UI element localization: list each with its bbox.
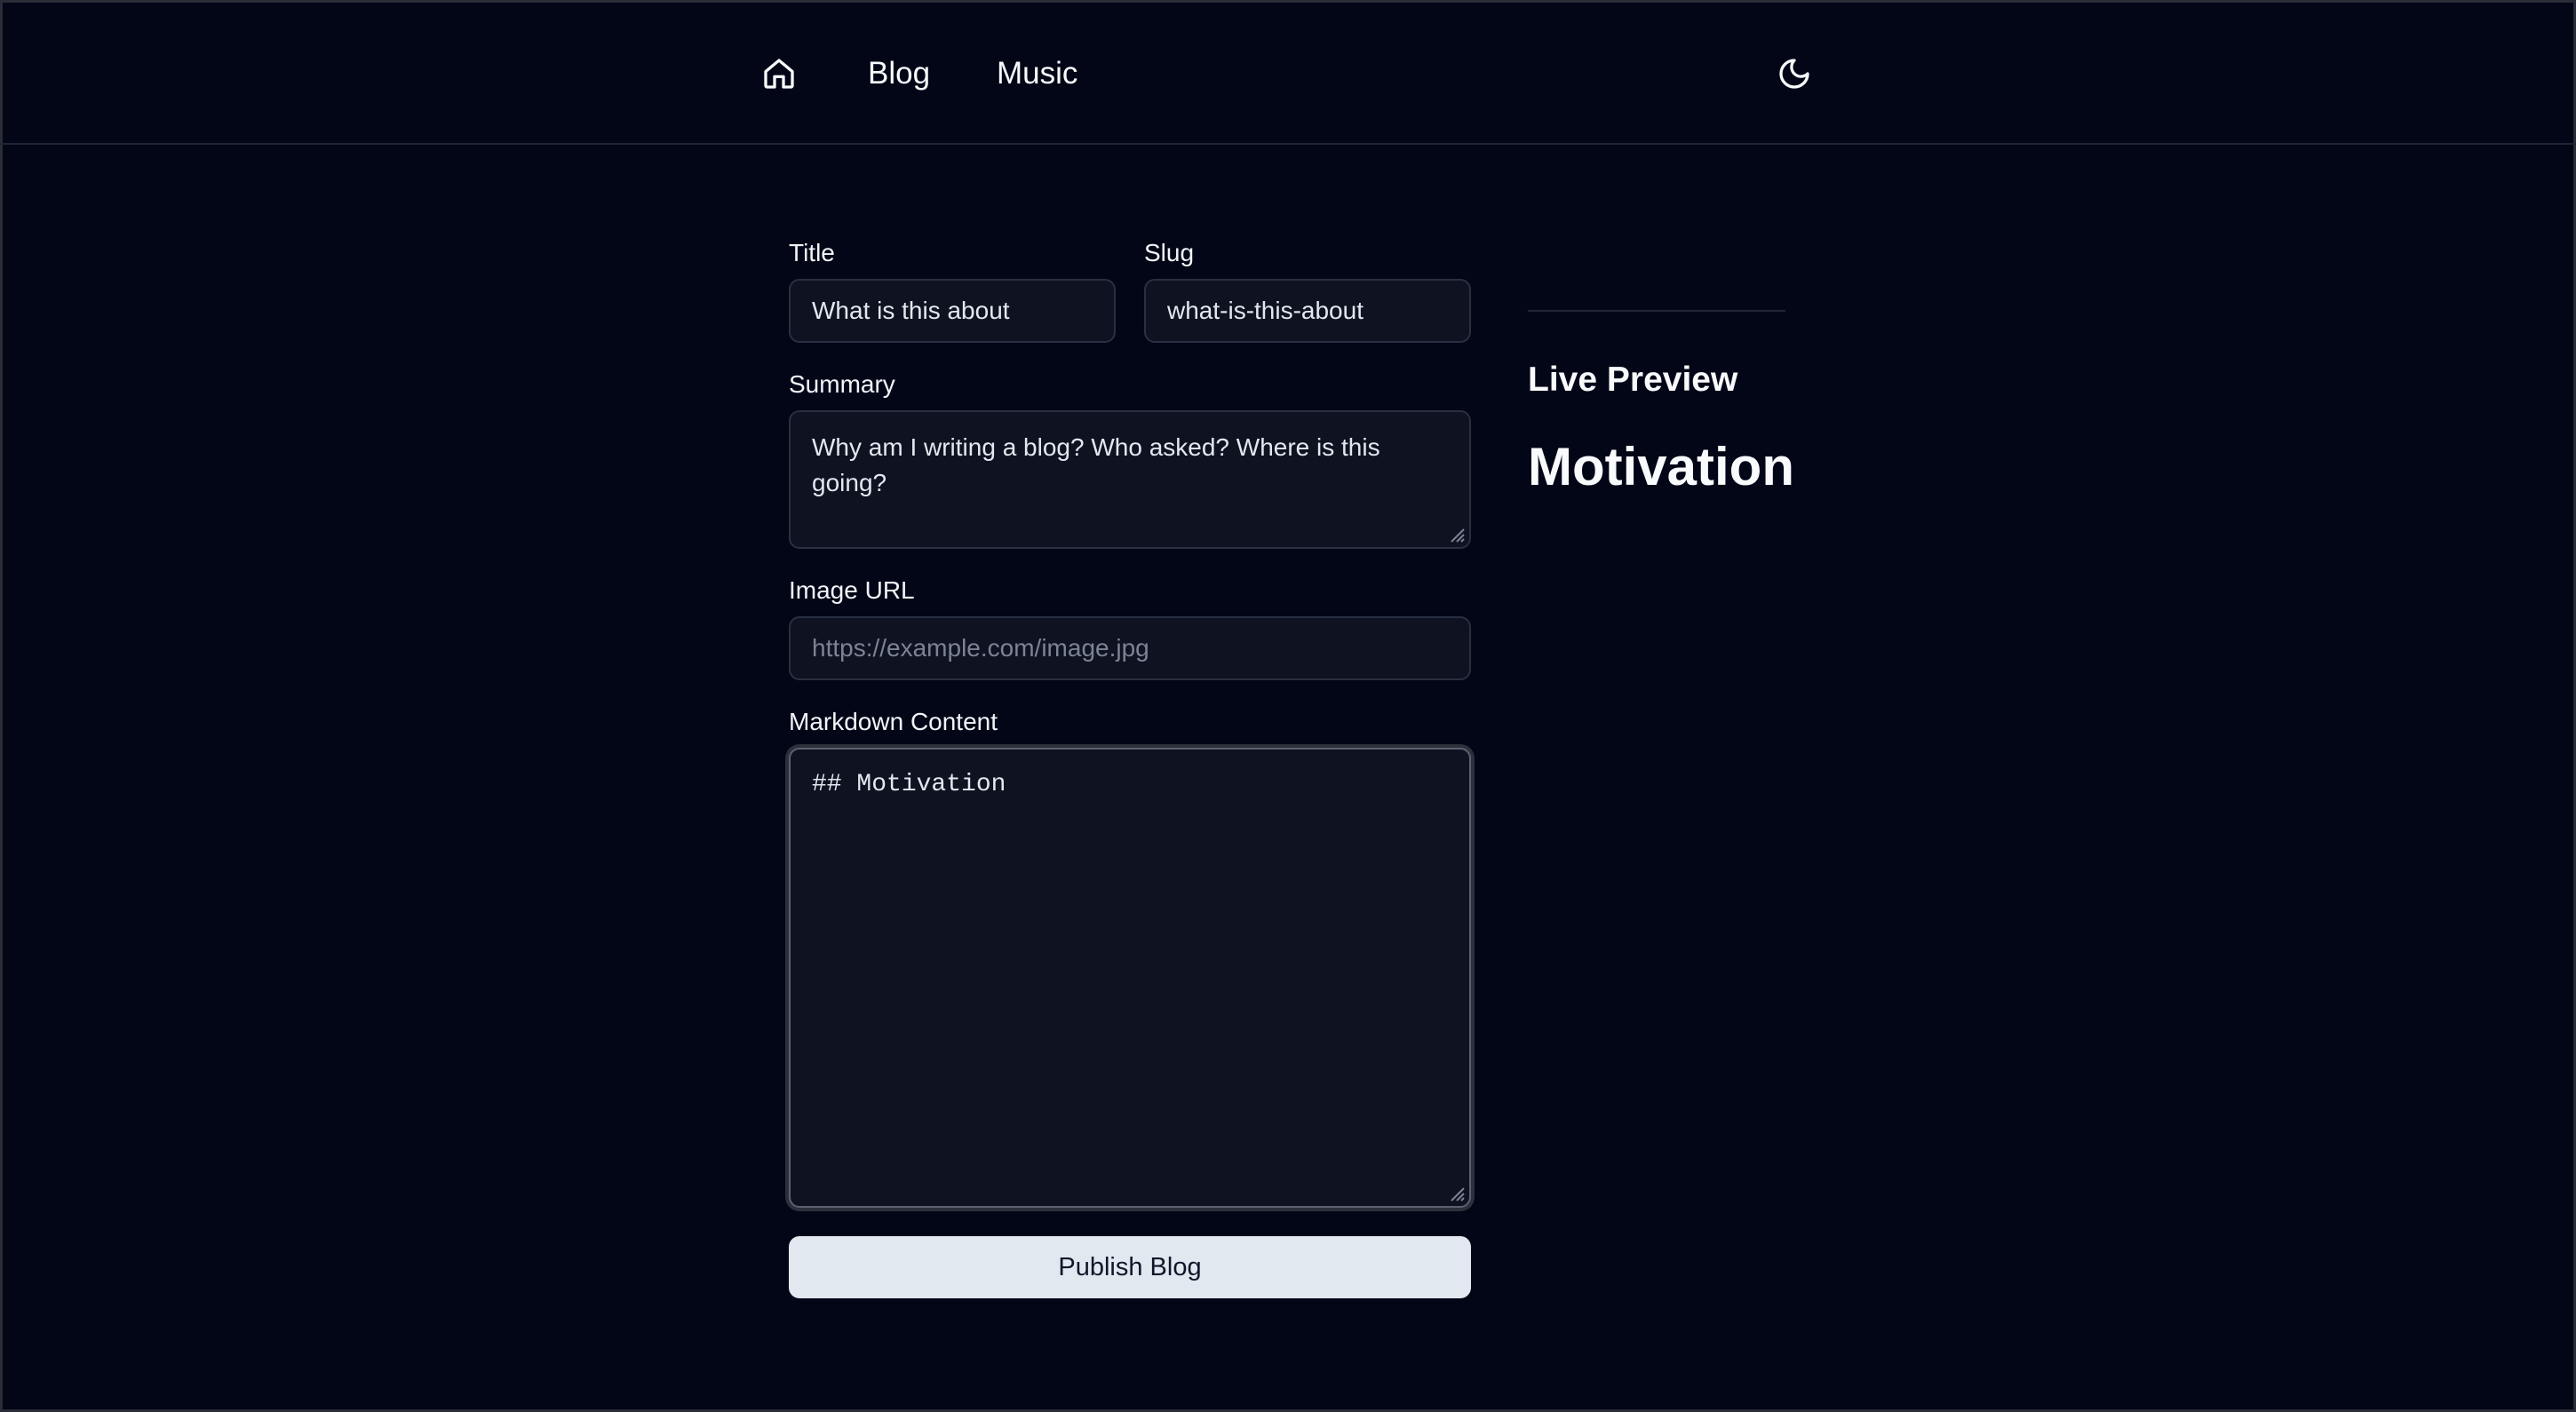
home-icon	[764, 59, 794, 89]
preview-rendered-title: Motivation	[1528, 437, 1794, 496]
summary-label: Summary	[789, 370, 895, 398]
nav-link-music[interactable]: Music	[997, 52, 1077, 96]
markdown-label: Markdown Content	[789, 708, 998, 735]
image-url-label: Image URL	[789, 576, 915, 604]
slug-input[interactable]	[1144, 279, 1471, 343]
publish-blog-button[interactable]: Publish Blog	[789, 1236, 1471, 1298]
live-preview-heading: Live Preview	[1528, 361, 1738, 399]
summary-input[interactable]: Why am I writing a blog? Who asked? Wher…	[789, 410, 1471, 549]
title-input[interactable]	[789, 279, 1116, 343]
nav-link-blog[interactable]: Blog	[868, 52, 930, 96]
theme-toggle-button[interactable]	[1774, 53, 1815, 94]
slug-label: Slug	[1144, 239, 1195, 266]
summary-resize-handle[interactable]	[1446, 524, 1466, 543]
title-label: Title	[789, 239, 835, 266]
moon-icon	[1779, 59, 1809, 89]
markdown-input[interactable]: ## Motivation	[789, 748, 1471, 1208]
top-nav: Blog Music	[0, 0, 2576, 145]
home-link[interactable]	[759, 53, 799, 94]
image-url-input[interactable]	[789, 616, 1471, 680]
preview-divider	[1528, 310, 1785, 312]
markdown-resize-handle[interactable]	[1446, 1183, 1466, 1202]
